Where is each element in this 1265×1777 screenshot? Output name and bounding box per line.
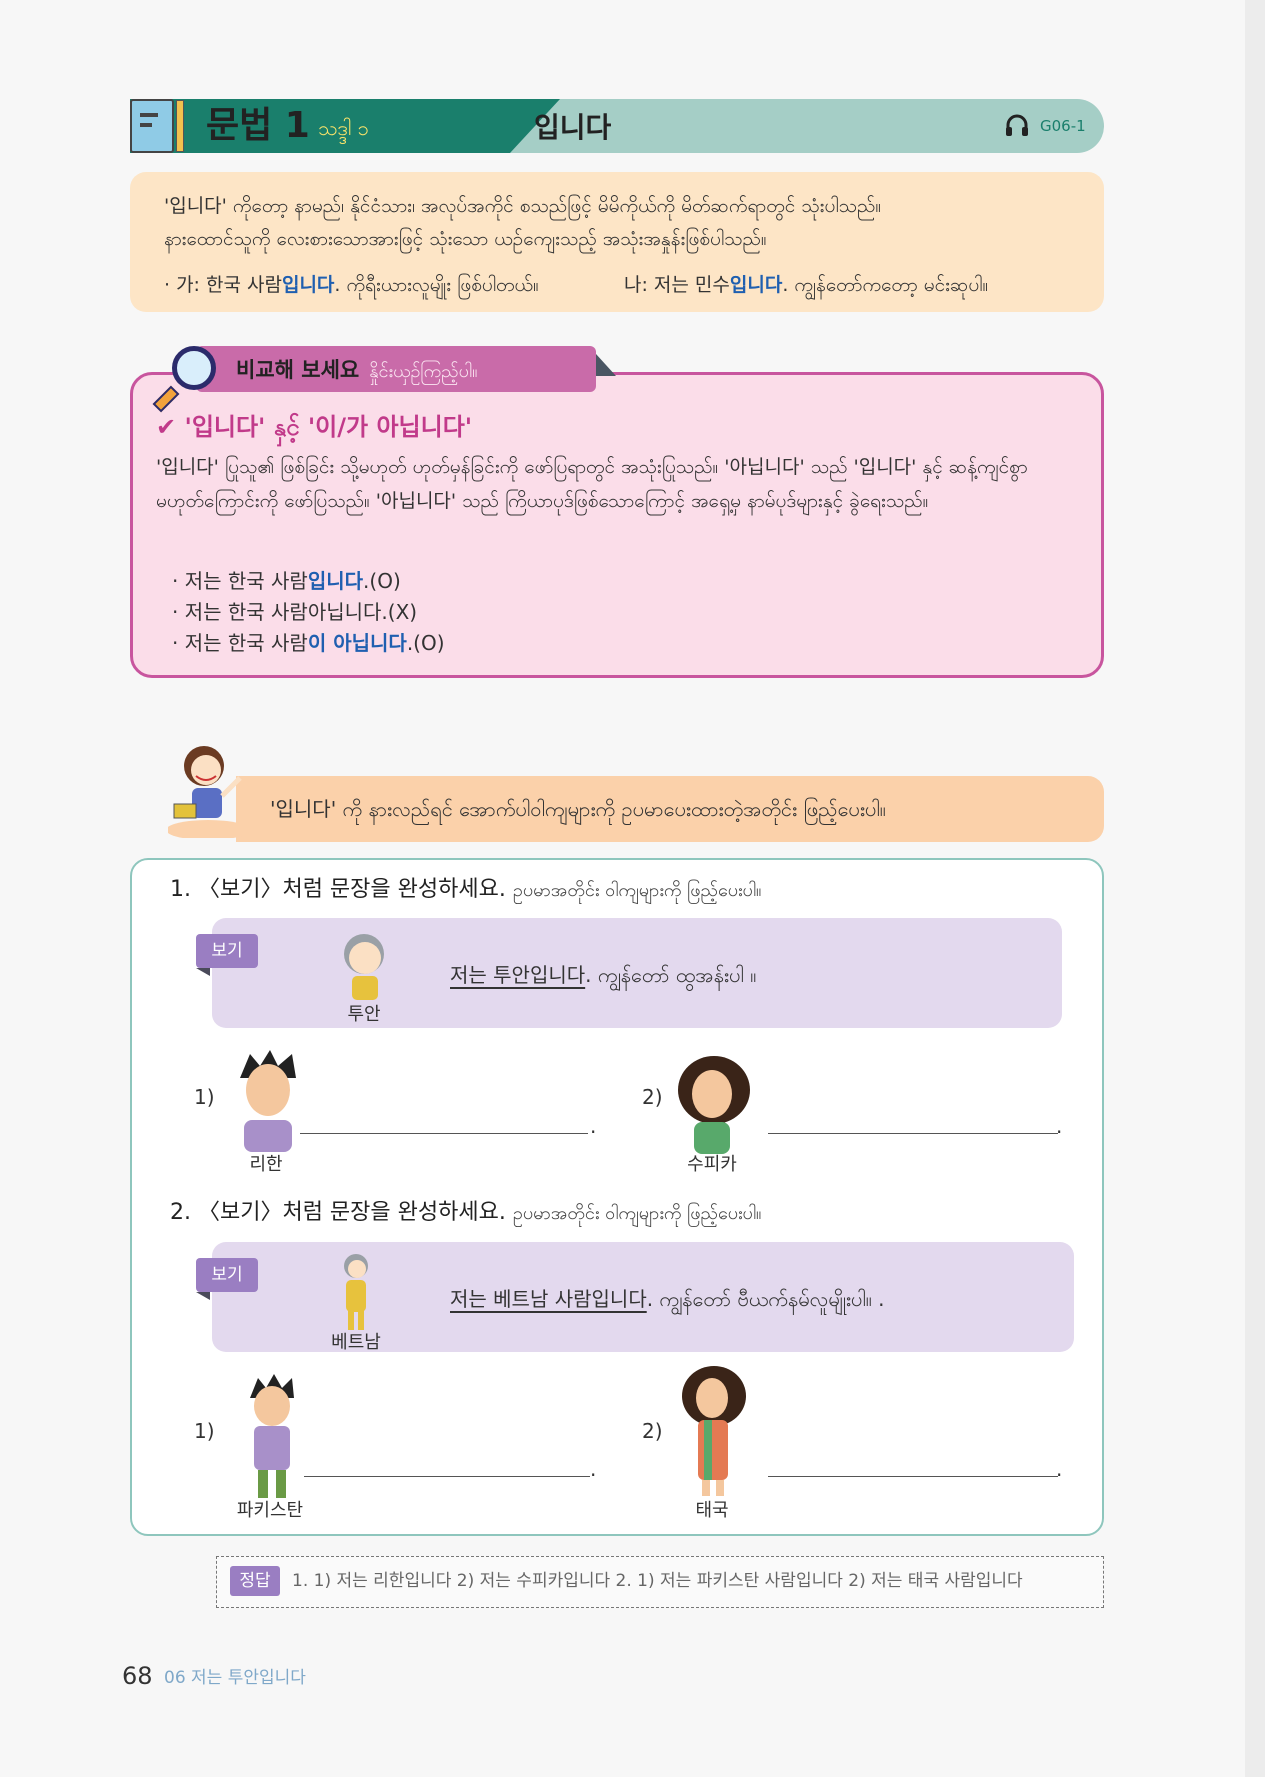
compare-label: 비교해 보세요 နှိုင်းယှဉ်ကြည့်ပါ။: [236, 358, 478, 382]
exercise-2-question: 2. 〈보기〉처럼 문장을 완성하세요. ဥပမာအတိုင်း ဝါကျမျာ…: [170, 1200, 762, 1225]
instruction-text: '입니다' ကို နားလည်ရင် အောက်ပါဝါကျများကို ဥ…: [270, 797, 886, 821]
compare-example-1: · 저는 한국 사람입니다.(O): [172, 569, 401, 593]
exercise-1-item-1-name: 리한: [249, 1154, 283, 1175]
explanation-line-2: နားထောင်သူကို လေးစားသောအားဖြင့် သုံးသော …: [164, 228, 767, 250]
exercise-1-item-2-answer-line[interactable]: [768, 1133, 1058, 1134]
grammar-subtitle: သဒ္ဒါ ၁: [318, 116, 369, 140]
chapter-title: 06 저는 투안입니다: [164, 1668, 306, 1688]
pencil-icon: [176, 100, 184, 152]
explanation-line-1: '입니다' ကိုတော့ နာမည်၊ နိုင်ငံသား၊ အလုပ်အက…: [164, 195, 882, 217]
exercise-2-item-2-answer-line[interactable]: [768, 1476, 1058, 1477]
exercise-2-bogi-tag: 보기: [196, 1258, 258, 1292]
exercise-1-question: 1. 〈보기〉처럼 문장을 완성하세요. ဥပမာအတိုင်း ဝါကျမျာ…: [170, 877, 762, 902]
exercise-2-item-1-name: 파키스탄: [236, 1500, 304, 1521]
vietnam-person-illustration: [344, 1254, 368, 1330]
audio-track-code[interactable]: G06-1: [1040, 114, 1086, 138]
exercise-2-item-1-number: 1): [194, 1419, 215, 1443]
headphones-icon[interactable]: [1004, 112, 1030, 138]
teacher-illustration: [168, 746, 248, 838]
compare-text: '입니다' ပြုသူ၏ ဖြစ်ခြင်း သို့မဟုတ် ဟုတ်မှန…: [156, 456, 1028, 512]
supika-illustration: [678, 1056, 750, 1154]
tuan-illustration: [344, 934, 384, 1000]
answer-key-text: 1. 1) 저는 리한입니다 2) 저는 수피카입니다 2. 1) 저는 파키스…: [292, 1571, 1023, 1591]
explanation-example-1: · 가: 한국 사람입니다. ကိုရီးယားလူမျိုး ဖြစ်ပါတယ…: [164, 274, 539, 296]
page-number: 68: [122, 1662, 153, 1690]
grammar-topic: 입니다: [534, 111, 612, 144]
thailand-person-illustration: [682, 1366, 746, 1496]
explanation-example-2: 나: 저는 민수입니다. ကျွန်တော်ကတော့ မင်းဆုပါ။: [624, 274, 989, 296]
book-icon: [130, 99, 174, 153]
exercise-1-bogi-tag: 보기: [196, 934, 258, 968]
exercise-1-example-name: 투안: [347, 1004, 381, 1025]
page-edge: [1245, 0, 1265, 1777]
exercise-2-example-name: 베트남: [331, 1332, 381, 1353]
exercise-2-item-2-name: 태국: [695, 1500, 729, 1521]
pakistan-person-illustration: [250, 1374, 294, 1498]
compare-example-2: · 저는 한국 사람아닙니다.(X): [172, 600, 418, 624]
exercise-1-example-sentence: 저는 투안입니다. ကျွန်တော် ထွအန်းပါ ။: [450, 963, 757, 987]
exercise-2-item-1-answer-line[interactable]: [304, 1476, 590, 1477]
exercise-2-item-2-number: 2): [642, 1419, 663, 1443]
exercise-1-item-1-answer-line[interactable]: [300, 1133, 588, 1134]
magnifier-icon: [172, 346, 216, 390]
exercise-2-example-sentence: 저는 베트남 사람입니다. ကျွန်တော် ဗီယက်နမ်လူမျိုးပ…: [450, 1287, 885, 1311]
exercise-1-item-1-number: 1): [194, 1085, 215, 1109]
answer-key-tag: 정답: [230, 1566, 280, 1596]
rihan-illustration: [240, 1050, 296, 1152]
compare-example-3: · 저는 한국 사람이 아닙니다.(O): [172, 631, 445, 655]
compare-heading: ✔ '입니다' နှင့် '이/가 아닙니다': [156, 413, 473, 441]
exercise-1-item-2-number: 2): [642, 1085, 663, 1109]
explanation-box: '입니다' ကိုတော့ နာမည်၊ နိုင်ငံသား၊ အလုပ်အက…: [130, 172, 1104, 312]
grammar-title: 문법 1: [206, 105, 310, 146]
exercise-1-item-2-name: 수피카: [687, 1154, 737, 1175]
